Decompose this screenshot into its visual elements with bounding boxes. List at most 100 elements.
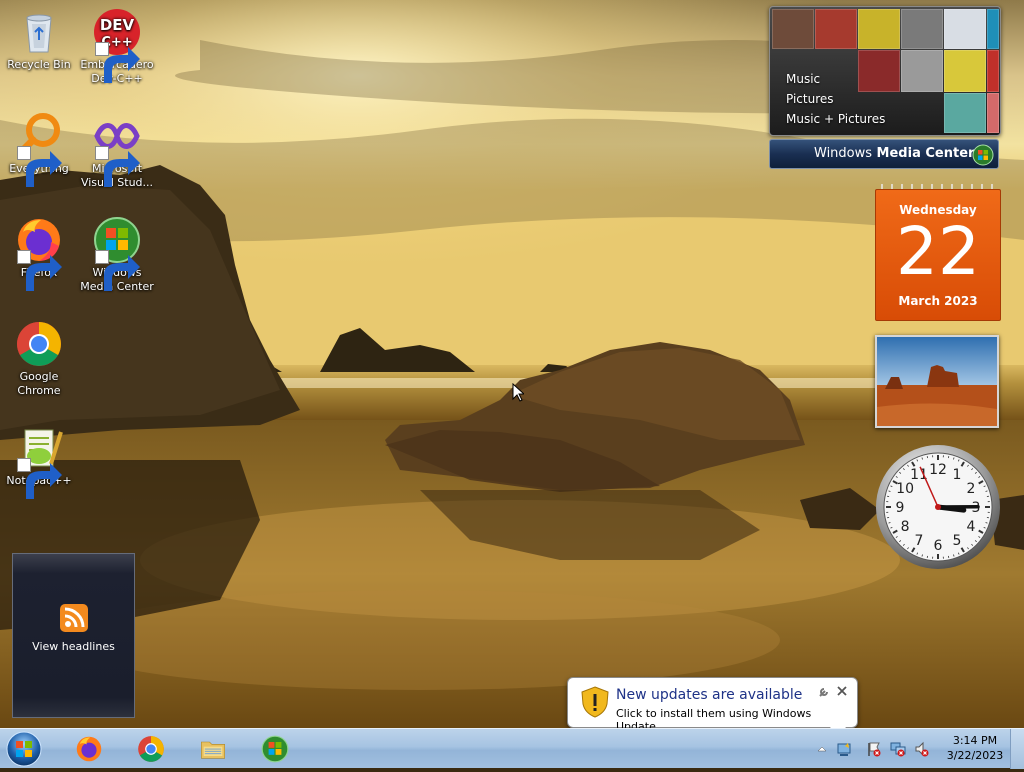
- show-desktop-button[interactable]: [1010, 729, 1024, 769]
- clock-face: 121234567891011: [874, 443, 1002, 571]
- view-headlines-link[interactable]: View headlines: [13, 640, 134, 653]
- calendar-gadget[interactable]: Wednesday 22 March 2023: [875, 181, 1001, 319]
- chrome-icon: [137, 735, 165, 763]
- update-notification-balloon[interactable]: New updates are available Click to insta…: [567, 677, 858, 728]
- media-center-brand: Windows Media Center: [814, 140, 974, 168]
- system-tray: 3:14 PM 3/22/2023: [812, 729, 1024, 769]
- taskbar-time: 3:14 PM: [942, 733, 1008, 748]
- windows-media-center-icon: [93, 216, 141, 264]
- feed-headlines-gadget[interactable]: View headlines: [12, 553, 135, 718]
- desktop-icon-firefox[interactable]: Firefox: [0, 216, 78, 280]
- shortcut-arrow-icon: [95, 146, 109, 160]
- clock-numeral: 4: [966, 519, 975, 535]
- shortcut-arrow-icon: [17, 146, 31, 160]
- close-icon[interactable]: [836, 685, 848, 697]
- windows-start-orb-icon: [4, 729, 44, 769]
- taskbar-clock[interactable]: 3:14 PM 3/22/2023: [942, 733, 1008, 763]
- desktop-icon-label: Google Chrome: [0, 370, 78, 398]
- chrome-icon: [15, 320, 63, 368]
- media-tile: [772, 9, 814, 49]
- tray-windows-update[interactable]: [836, 741, 852, 757]
- windows-orb-icon: [972, 144, 994, 166]
- everything-search-icon: [15, 112, 63, 160]
- clock-numeral: 10: [896, 481, 914, 497]
- calendar-date: 22: [876, 216, 1000, 288]
- tray-network[interactable]: [890, 741, 906, 757]
- visual-studio-icon: [93, 112, 141, 160]
- wrench-options-icon[interactable]: [818, 686, 830, 698]
- menu-item-music-pictures[interactable]: Music + Pictures: [786, 109, 885, 129]
- media-tile: [944, 50, 986, 92]
- clock-center-cap: [935, 504, 941, 510]
- desktop-icon-google-chrome[interactable]: Google Chrome: [0, 320, 78, 398]
- media-center-tiles[interactable]: Music Pictures Music + Pictures: [769, 6, 1001, 136]
- rss-feed-icon: [60, 604, 88, 632]
- clock-numeral: 8: [901, 519, 910, 535]
- chevron-up-icon: [814, 741, 830, 757]
- menu-item-pictures[interactable]: Pictures: [786, 89, 885, 109]
- calendar-month-year: March 2023: [876, 294, 1000, 308]
- action-center-flag-icon: [866, 741, 882, 757]
- taskbar-media-center-button[interactable]: [248, 731, 302, 767]
- clock-numeral: 2: [966, 481, 975, 497]
- windows-update-icon: [836, 741, 852, 757]
- slideshow-gadget[interactable]: [875, 335, 999, 428]
- clock-numeral: 11: [910, 467, 928, 483]
- network-icon: [890, 741, 906, 757]
- clock-numeral: 5: [953, 533, 962, 549]
- mouse-cursor-icon: [512, 383, 524, 402]
- desktop-icon-visual-studio[interactable]: Microsoft Visual Stud...: [78, 112, 156, 190]
- menu-item-music[interactable]: Music: [786, 69, 885, 89]
- show-hidden-icons-button[interactable]: [814, 741, 830, 757]
- slideshow-photo: [877, 337, 997, 426]
- clock-numeral: 9: [896, 500, 905, 516]
- folder-icon: [199, 735, 227, 763]
- taskbar-chrome-button[interactable]: [124, 731, 178, 767]
- devcpp-logo-text: DEV: [100, 16, 135, 34]
- taskbar-firefox-button[interactable]: [62, 731, 116, 767]
- media-tile: [858, 9, 900, 49]
- desktop-icon-devcpp[interactable]: DEV C++ Embarcadero Dev-C++: [78, 8, 156, 86]
- windows-media-center-icon: [261, 735, 289, 763]
- tray-volume[interactable]: [914, 741, 930, 757]
- shortcut-arrow-icon: [95, 250, 109, 264]
- desktop-icon-label: Recycle Bin: [0, 58, 78, 72]
- brand-windows: Windows: [814, 146, 872, 161]
- clock-numeral: 1: [953, 467, 962, 483]
- taskbar: 3:14 PM 3/22/2023: [0, 728, 1024, 768]
- recycle-bin-icon: [15, 8, 63, 56]
- devcpp-icon: DEV C++: [93, 8, 141, 56]
- desktop-icon-everything[interactable]: Everything: [0, 112, 78, 176]
- notification-title: New updates are available: [616, 687, 802, 703]
- brand-media-center: Media Center: [872, 146, 974, 161]
- taskbar-file-explorer-button[interactable]: [186, 731, 240, 767]
- start-button[interactable]: [4, 729, 48, 769]
- media-tile: [944, 9, 986, 49]
- media-tile: [944, 93, 986, 133]
- notepad-plus-plus-icon: [15, 424, 63, 472]
- volume-muted-icon: [914, 741, 930, 757]
- media-center-gadget[interactable]: Music Pictures Music + Pictures Windows …: [769, 6, 1001, 170]
- media-tile: [987, 9, 999, 49]
- firefox-icon: [75, 735, 103, 763]
- media-center-menu: Music Pictures Music + Pictures: [786, 69, 885, 129]
- taskbar-date: 3/22/2023: [942, 748, 1008, 763]
- shortcut-arrow-icon: [17, 458, 31, 472]
- clock-numeral: 12: [929, 462, 947, 478]
- media-tile: [987, 50, 999, 92]
- shortcut-arrow-icon: [95, 42, 109, 56]
- media-tile: [901, 50, 943, 92]
- calendar-page: Wednesday 22 March 2023: [875, 189, 1001, 321]
- clock-numeral: 7: [915, 533, 924, 549]
- tray-action-center[interactable]: [866, 741, 882, 757]
- shortcut-arrow-icon: [17, 250, 31, 264]
- desktop-icon-recycle-bin[interactable]: Recycle Bin: [0, 8, 78, 72]
- desktop-icon-windows-media-center[interactable]: Windows Media Center: [78, 216, 156, 294]
- media-tile: [815, 9, 857, 49]
- media-center-launch-bar[interactable]: Windows Media Center: [769, 139, 999, 169]
- warning-shield-icon: [581, 686, 609, 718]
- media-tile: [901, 9, 943, 49]
- firefox-icon: [15, 216, 63, 264]
- analog-clock-gadget[interactable]: 121234567891011: [874, 443, 1002, 571]
- desktop-icon-notepad-plus-plus[interactable]: Notepad++: [0, 424, 78, 488]
